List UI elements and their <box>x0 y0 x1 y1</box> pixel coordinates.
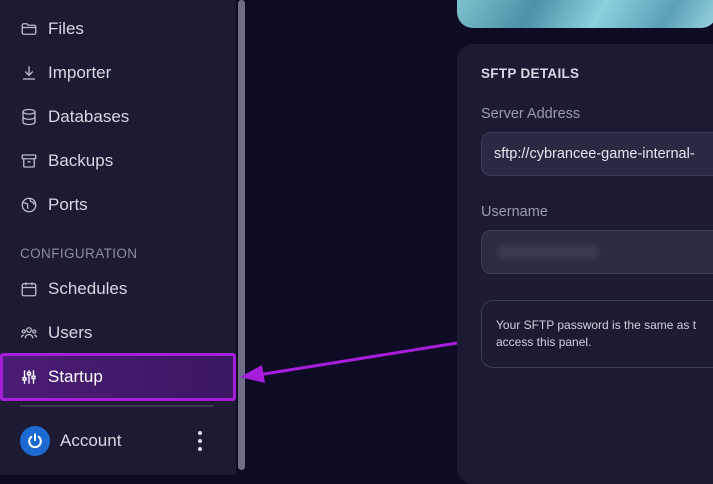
download-icon <box>20 64 38 82</box>
sliders-icon <box>20 368 38 386</box>
sidebar-item-label: Users <box>48 323 93 342</box>
server-address-field[interactable]: sftp://cybrancee-game-internal- <box>481 132 713 176</box>
sidebar-item-users[interactable]: Users <box>0 311 236 355</box>
sidebar-item-label: Startup <box>48 367 103 386</box>
sidebar-item-schedules[interactable]: Schedules <box>0 267 236 311</box>
notice-line: Your SFTP password is the same as t <box>496 318 697 332</box>
sidebar-item-label: Databases <box>48 107 130 126</box>
sidebar-item-label: Backups <box>48 151 114 170</box>
sidebar-divider <box>20 405 214 407</box>
section-title-configuration: CONFIGURATION <box>20 246 138 261</box>
account-menu[interactable]: Account <box>20 425 216 457</box>
sidebar-item-label: Importer <box>48 63 112 82</box>
sidebar-item-databases[interactable]: Databases <box>0 95 236 139</box>
sidebar-item-importer[interactable]: Importer <box>0 51 236 95</box>
sidebar-item-startup[interactable]: Startup <box>0 353 236 401</box>
sidebar-item-backups[interactable]: Backups <box>0 139 236 183</box>
avatar <box>20 426 50 456</box>
sftp-details-card: SFTP DETAILS Server Address sftp://cybra… <box>457 44 713 484</box>
username-field[interactable] <box>481 230 713 274</box>
sidebar-scrollbar[interactable] <box>238 0 245 470</box>
sidebar: Files Importer Databases Backups Ports C… <box>0 0 236 475</box>
sidebar-item-label: Ports <box>48 195 88 214</box>
server-banner-image <box>457 0 713 28</box>
account-label: Account <box>60 431 122 450</box>
sidebar-item-label: Files <box>48 19 84 38</box>
card-title: SFTP DETAILS <box>481 66 580 81</box>
users-icon <box>20 324 38 342</box>
notice-line: access this panel. <box>496 334 592 349</box>
server-address-label: Server Address <box>481 106 581 122</box>
database-icon <box>20 108 38 126</box>
more-options-icon[interactable] <box>196 431 204 451</box>
sftp-password-notice: Your SFTP password is the same as t acce… <box>481 300 713 368</box>
server-address-value: sftp://cybrancee-game-internal- <box>494 146 695 162</box>
arrow-line <box>257 341 458 377</box>
archive-icon <box>20 152 38 170</box>
globe-icon <box>20 196 38 214</box>
sidebar-item-files[interactable]: Files <box>0 7 236 51</box>
sidebar-item-label: Schedules <box>48 279 128 298</box>
redacted-username <box>498 245 598 259</box>
calendar-icon <box>20 280 38 298</box>
sidebar-item-ports[interactable]: Ports <box>0 183 236 227</box>
username-label: Username <box>481 204 548 220</box>
folder-icon <box>20 20 38 38</box>
